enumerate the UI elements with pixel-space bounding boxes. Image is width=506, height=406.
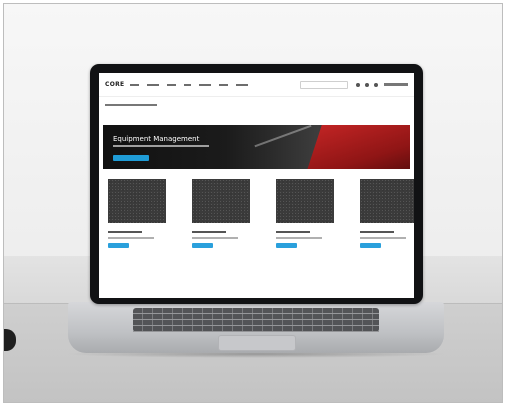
nav-icons bbox=[356, 82, 378, 87]
nav-item[interactable] bbox=[219, 84, 229, 86]
product-button[interactable] bbox=[192, 243, 213, 248]
photo-frame: CORE Equipment Management bbox=[3, 3, 503, 403]
breadcrumb-text[interactable] bbox=[105, 104, 157, 106]
product-image[interactable] bbox=[108, 179, 166, 223]
search-icon[interactable] bbox=[356, 82, 360, 87]
laptop-screen: CORE Equipment Management bbox=[99, 73, 414, 298]
product-image[interactable] bbox=[276, 179, 334, 223]
cart-icon[interactable] bbox=[374, 82, 378, 87]
product-description bbox=[360, 237, 406, 239]
product-name[interactable] bbox=[276, 231, 310, 233]
product-description bbox=[192, 237, 238, 239]
nav-item[interactable] bbox=[130, 84, 140, 86]
site-logo[interactable]: CORE bbox=[105, 81, 124, 88]
nav-item[interactable] bbox=[167, 84, 177, 86]
hero-image-red-pipe bbox=[301, 125, 410, 169]
hero-banner: Equipment Management bbox=[103, 125, 410, 169]
product-name[interactable] bbox=[192, 231, 226, 233]
laptop-base bbox=[68, 302, 444, 353]
nav-item[interactable] bbox=[147, 84, 160, 86]
user-icon[interactable] bbox=[365, 82, 369, 87]
product-card[interactable] bbox=[276, 179, 338, 248]
site-navbar: CORE bbox=[99, 73, 414, 97]
nav-item[interactable] bbox=[199, 84, 212, 86]
nav-item[interactable] bbox=[184, 84, 192, 86]
product-button[interactable] bbox=[360, 243, 381, 248]
laptop-trackpad bbox=[218, 335, 296, 351]
product-image[interactable] bbox=[360, 179, 414, 223]
account-link[interactable] bbox=[384, 83, 408, 86]
product-description bbox=[276, 237, 322, 239]
product-button[interactable] bbox=[108, 243, 129, 248]
product-button[interactable] bbox=[276, 243, 297, 248]
nav-menu bbox=[130, 83, 300, 86]
product-grid bbox=[108, 179, 414, 279]
hero-image-glint bbox=[254, 125, 312, 148]
product-name[interactable] bbox=[108, 231, 142, 233]
product-image[interactable] bbox=[192, 179, 250, 223]
product-card[interactable] bbox=[108, 179, 170, 248]
hero-subtitle bbox=[113, 145, 209, 147]
product-name[interactable] bbox=[360, 231, 394, 233]
product-card[interactable] bbox=[192, 179, 254, 248]
product-description bbox=[108, 237, 154, 239]
product-card[interactable] bbox=[360, 179, 414, 248]
nav-item[interactable] bbox=[236, 84, 249, 86]
hero-title: Equipment Management bbox=[113, 135, 200, 143]
laptop-lid: CORE Equipment Management bbox=[90, 64, 423, 304]
search-input[interactable] bbox=[300, 80, 348, 89]
breadcrumb bbox=[105, 103, 165, 108]
laptop-keyboard bbox=[133, 308, 379, 332]
hero-button[interactable] bbox=[113, 155, 149, 161]
